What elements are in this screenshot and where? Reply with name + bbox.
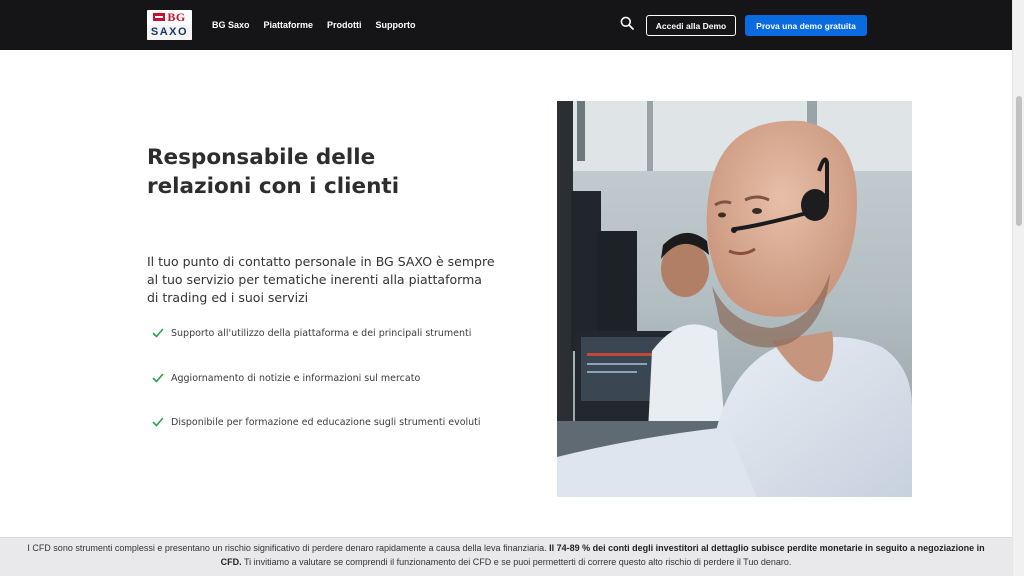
nav-item-prodotti[interactable]: Prodotti [327,20,362,30]
logo-top-text: BG [167,10,186,24]
feature-text: Supporto all'utilizzo della piattaforma … [171,327,472,339]
customer-relations-photo [557,101,912,497]
feature-item: Aggiornamento di notizie e informazioni … [152,372,420,384]
disclaimer-text: I CFD sono strumenti complessi e present… [27,543,550,553]
free-demo-button[interactable]: Prova una demo gratuita [745,15,867,36]
feature-item: Supporto all'utilizzo della piattaforma … [152,327,471,339]
demo-login-button[interactable]: Accedi alla Demo [646,15,736,36]
feature-text: Disponibile per formazione ed educazione… [171,416,481,428]
nav-item-piattaforme[interactable]: Piattaforme [264,20,314,30]
main-nav: BG Saxo Piattaforme Prodotti Supporto [212,0,416,50]
feature-item: Disponibile per formazione ed educazione… [152,416,481,428]
nav-item-supporto[interactable]: Supporto [376,20,416,30]
feature-text: Aggiornamento di notizie e informazioni … [171,372,421,384]
nav-item-bg-saxo[interactable]: BG Saxo [212,20,250,30]
check-icon [152,328,164,338]
risk-disclaimer: I CFD sono strumenti complessi e present… [0,537,1012,576]
scrollbar-thumb[interactable] [1016,96,1022,226]
disclaimer-text-2: Ti invitiamo a valutare se comprendi il … [241,556,792,567]
bg-saxo-logo[interactable]: BG SAXO [147,10,192,40]
check-icon [152,373,164,383]
intro-paragraph: Il tuo punto di contatto personale in BG… [147,254,495,305]
logo-bottom-text: SAXO [147,25,192,40]
page-scrollbar[interactable] [1012,0,1024,576]
page-title: Responsabile delle relazioni con i clien… [147,145,400,199]
search-icon[interactable] [620,16,634,30]
flag-icon [153,13,166,21]
check-icon [152,417,164,427]
site-header: BG SAXO BG Saxo Piattaforme Prodotti Sup… [0,0,1012,50]
